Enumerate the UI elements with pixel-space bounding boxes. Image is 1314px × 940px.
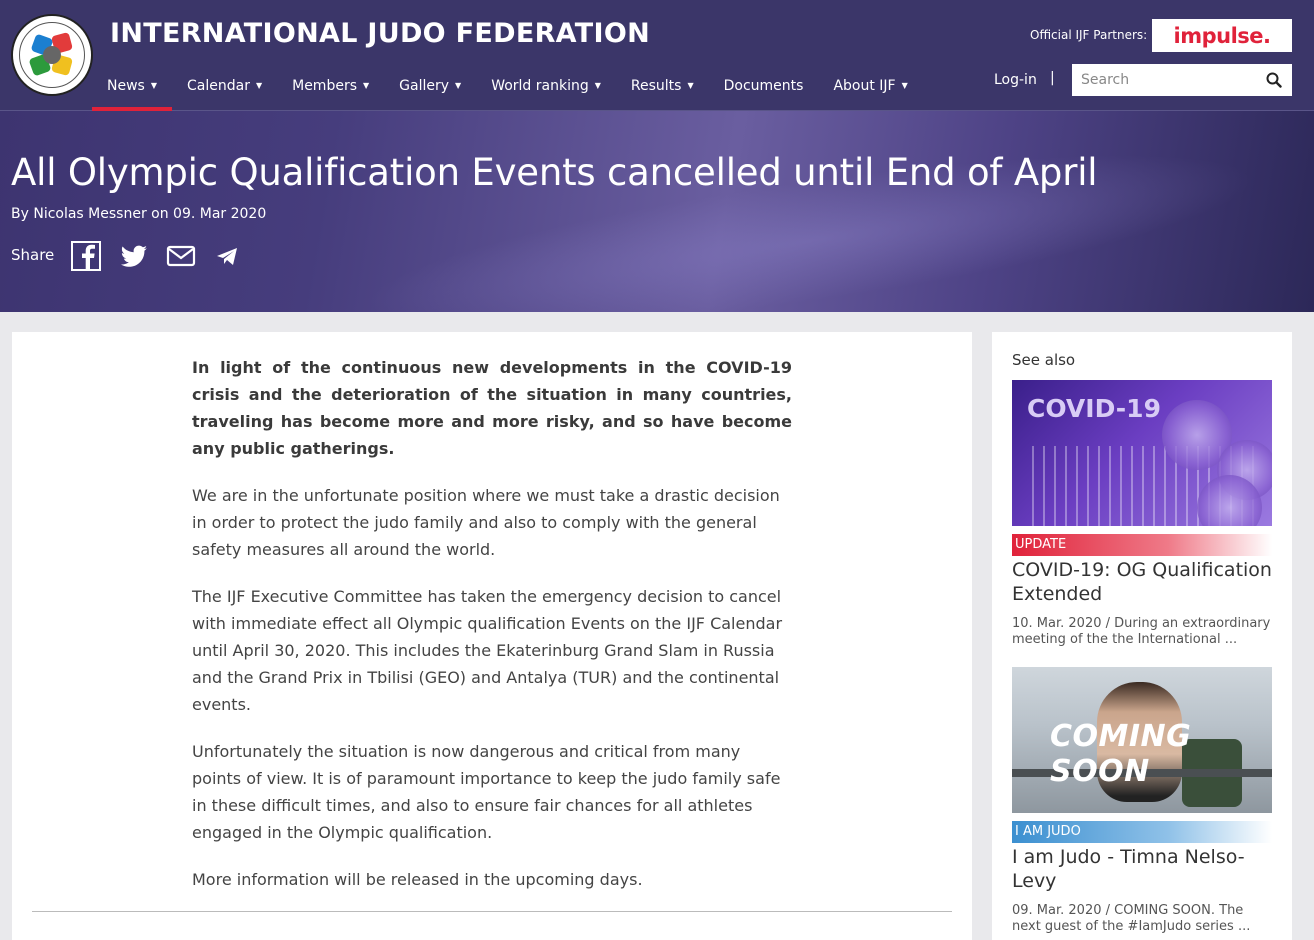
search-box	[1072, 64, 1292, 96]
chevron-down-icon: ▼	[455, 81, 462, 90]
nav-item-about-ijf[interactable]: About IJF ▼	[818, 60, 922, 111]
see-also-sidebar: See also COVID-19 UPDATE COVID-19: OG Qu…	[992, 332, 1292, 940]
see-also-heading: See also	[1012, 351, 1076, 369]
twitter-icon[interactable]	[119, 241, 149, 271]
site-title[interactable]: INTERNATIONAL JUDO FEDERATION	[110, 18, 650, 49]
nav-label: About IJF	[833, 77, 896, 94]
nav-item-results[interactable]: Results ▼	[616, 60, 709, 111]
telegram-icon[interactable]	[214, 241, 240, 271]
partners-label: Official IJF Partners:	[1030, 28, 1148, 42]
card-tag: UPDATE	[1012, 534, 1272, 556]
article-paragraph: We are in the unfortunate position where…	[192, 486, 780, 559]
article-divider	[32, 911, 952, 912]
nav-label: Gallery	[399, 77, 450, 94]
article-paragraph: The IJF Executive Committee has taken th…	[192, 587, 783, 714]
main-nav: News ▼ Calendar ▼ Members ▼ Gallery ▼ Wo…	[92, 60, 923, 111]
nav-item-documents[interactable]: Documents	[709, 60, 819, 111]
card-title-link[interactable]: COVID-19: OG Qualification Extended	[1012, 558, 1272, 606]
chevron-down-icon: ▼	[594, 81, 601, 90]
email-icon[interactable]	[166, 241, 196, 271]
article-paragraph: More information will be released in the…	[192, 870, 643, 889]
card-thumbnail-covid[interactable]: COVID-19	[1012, 380, 1272, 526]
share-label: Share	[11, 246, 55, 264]
nav-item-calendar[interactable]: Calendar ▼	[172, 60, 277, 111]
login-link[interactable]: Log-in	[994, 72, 1037, 88]
nav-item-news[interactable]: News ▼	[92, 60, 172, 111]
site-header: INTERNATIONAL JUDO FEDERATION Official I…	[0, 0, 1314, 111]
thumb-caption: COMING SOON	[1050, 719, 1192, 789]
hero-background-glow	[356, 118, 1264, 312]
thumb-caption: COVID-19	[1027, 394, 1161, 423]
article-body-card: In light of the continuous new developme…	[12, 332, 972, 940]
chevron-down-icon: ▼	[255, 81, 263, 90]
nav-label: Results	[630, 77, 682, 94]
search-icon[interactable]	[1266, 72, 1282, 88]
chevron-down-icon: ▼	[901, 81, 908, 90]
partner-logo-impulse[interactable]: impulse.	[1152, 19, 1292, 52]
partner-name: impulse.	[1173, 23, 1271, 48]
logo-center	[43, 46, 61, 64]
card-tag: I AM JUDO	[1012, 821, 1272, 843]
nav-label: Calendar	[187, 77, 250, 94]
article-byline: By Nicolas Messner on 09. Mar 2020	[11, 206, 267, 222]
related-card-covid[interactable]: COVID-19 UPDATE COVID-19: OG Qualificati…	[1012, 380, 1272, 648]
article-lead-paragraph: In light of the continuous new developme…	[192, 358, 792, 458]
nav-label: News	[107, 77, 145, 94]
nav-item-members[interactable]: Members ▼	[277, 60, 384, 111]
ijf-logo[interactable]	[11, 14, 93, 96]
card-title-link[interactable]: I am Judo - Timna Nelso-Levy	[1012, 845, 1272, 893]
chevron-down-icon: ▼	[150, 81, 157, 90]
chevron-down-icon: ▼	[363, 81, 370, 90]
facebook-icon[interactable]	[71, 241, 101, 271]
card-thumbnail-iamjudo[interactable]: COMING SOON	[1012, 667, 1272, 813]
article-hero: All Olympic Qualification Events cancell…	[0, 111, 1314, 312]
nav-item-gallery[interactable]: Gallery ▼	[384, 60, 476, 111]
article-paragraph: Unfortunately the situation is now dange…	[192, 742, 781, 842]
article-title: All Olympic Qualification Events cancell…	[11, 151, 1098, 194]
related-card-iamjudo[interactable]: COMING SOON I AM JUDO I am Judo - Timna …	[1012, 667, 1272, 935]
nav-label: Members	[292, 77, 357, 94]
nav-separator: |	[1050, 70, 1055, 86]
article-content: In light of the continuous new developme…	[192, 354, 792, 913]
nav-item-world-ranking[interactable]: World ranking ▼	[476, 60, 616, 111]
nav-label: World ranking	[491, 77, 589, 94]
chevron-down-icon: ▼	[687, 81, 694, 90]
card-excerpt: 09. Mar. 2020 / COMING SOON. The next gu…	[1012, 903, 1251, 934]
nav-label: Documents	[723, 77, 804, 94]
card-excerpt: 10. Mar. 2020 / During an extraordinary …	[1012, 616, 1271, 647]
search-input[interactable]	[1072, 64, 1252, 96]
